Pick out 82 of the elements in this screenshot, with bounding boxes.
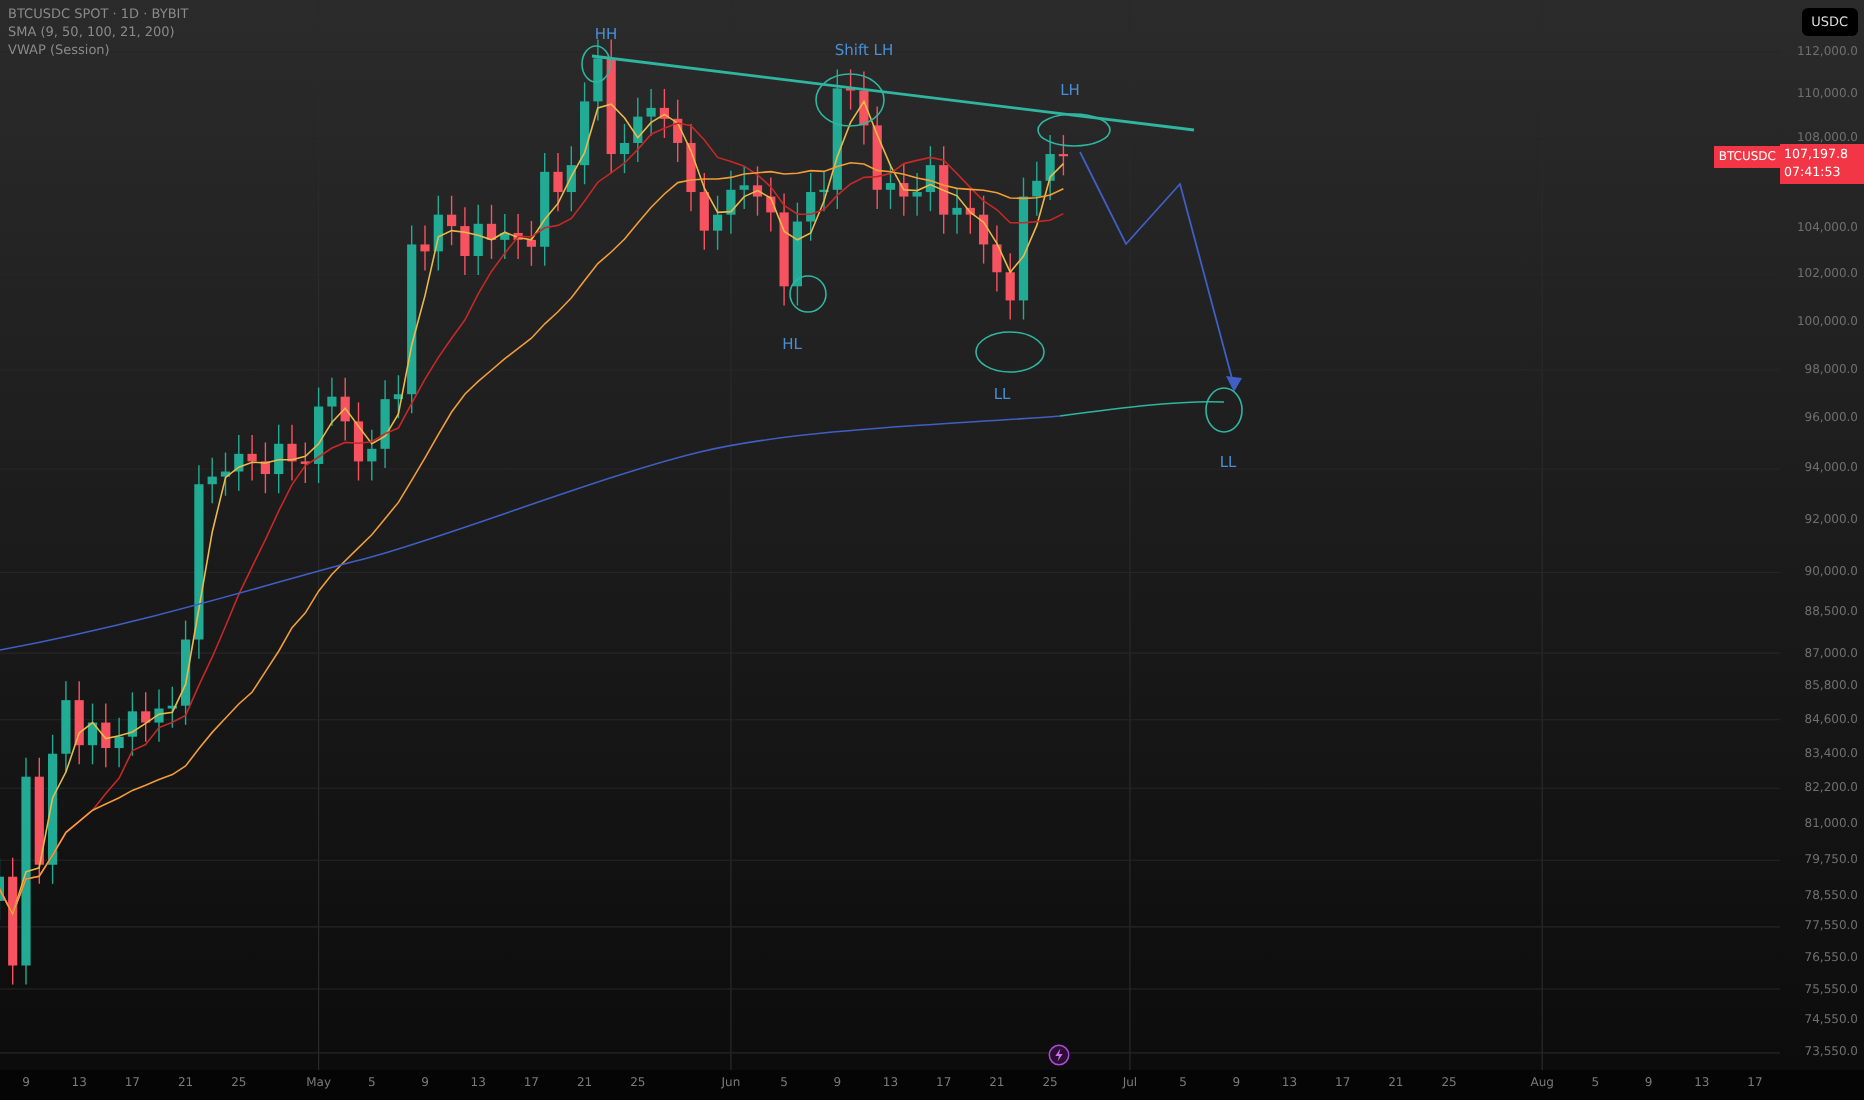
candlestick — [846, 68, 856, 111]
candlestick — [526, 220, 536, 267]
candlestick — [353, 401, 364, 482]
candlestick — [114, 717, 124, 768]
candlestick — [979, 195, 989, 265]
candlestick — [127, 691, 137, 757]
drawn-ellipse — [815, 73, 885, 127]
candlestick — [739, 165, 749, 210]
candlestick — [553, 152, 563, 212]
candlestick — [659, 88, 669, 139]
candlestick — [8, 857, 18, 986]
candlestick — [287, 424, 297, 482]
candlestick — [74, 680, 84, 766]
candlestick — [1005, 252, 1015, 321]
candlestick — [247, 434, 257, 482]
drawn-ellipse — [581, 45, 611, 83]
candlestick — [61, 680, 71, 774]
candlestick — [314, 386, 324, 484]
candlestick — [141, 691, 151, 743]
candlestick — [832, 68, 842, 210]
candlestick — [486, 204, 497, 260]
candlestick — [646, 88, 656, 137]
candlestick — [1032, 161, 1042, 217]
candlestick — [540, 152, 550, 267]
candlestick — [713, 195, 723, 251]
candlestick — [952, 188, 962, 235]
candlestick — [885, 163, 896, 210]
candlestick — [1058, 134, 1068, 177]
candlestick — [925, 145, 935, 212]
candlestick — [154, 688, 164, 743]
candlestick — [965, 188, 975, 235]
candlestick — [580, 81, 590, 185]
candlestick — [167, 686, 177, 729]
candlestick — [380, 379, 390, 469]
candlestick — [274, 424, 284, 494]
candlestick — [686, 123, 696, 212]
candlestick — [447, 195, 457, 246]
candlestick — [593, 38, 603, 122]
candlestick — [393, 374, 403, 419]
candlestick — [340, 377, 350, 442]
candlestick — [473, 204, 483, 276]
candlestick — [606, 38, 616, 174]
drawn-ellipse — [1205, 387, 1243, 433]
candlestick — [220, 451, 231, 497]
candlestick — [752, 165, 763, 217]
candlestick — [367, 429, 377, 482]
lightning-icon[interactable] — [1048, 1044, 1070, 1066]
candlestick — [181, 619, 191, 726]
candlestick — [819, 170, 829, 212]
candlestick — [513, 213, 523, 260]
candlestick — [101, 702, 111, 768]
candlestick — [792, 201, 802, 307]
candlestick — [327, 377, 337, 427]
drawn-ellipse — [1037, 113, 1111, 147]
drawn-ellipse — [975, 331, 1045, 373]
candlestick — [1045, 134, 1055, 201]
candlestick — [859, 70, 869, 146]
candlestick — [673, 99, 683, 163]
candlestick — [766, 176, 776, 233]
candlestick — [939, 145, 949, 235]
candlestick — [899, 163, 909, 217]
candlestick — [500, 213, 510, 260]
candlestick — [234, 434, 244, 492]
candlestick — [726, 170, 736, 235]
candlestick — [779, 192, 789, 307]
candlestick — [433, 195, 443, 272]
candlestick — [912, 172, 922, 217]
candlestick — [872, 105, 882, 210]
candlestick — [260, 441, 270, 494]
candlestick — [566, 145, 576, 212]
drawn-ellipse — [789, 275, 827, 313]
candlestick — [806, 172, 816, 242]
candlestick — [619, 123, 630, 174]
candlestick — [207, 456, 217, 505]
candlestick — [300, 441, 310, 484]
candlestick — [992, 224, 1002, 293]
candlestick — [699, 172, 709, 251]
candlestick — [87, 702, 98, 766]
candlestick — [420, 224, 430, 272]
candlestick — [34, 757, 44, 885]
candlestick — [633, 96, 643, 163]
candlestick — [460, 206, 470, 276]
